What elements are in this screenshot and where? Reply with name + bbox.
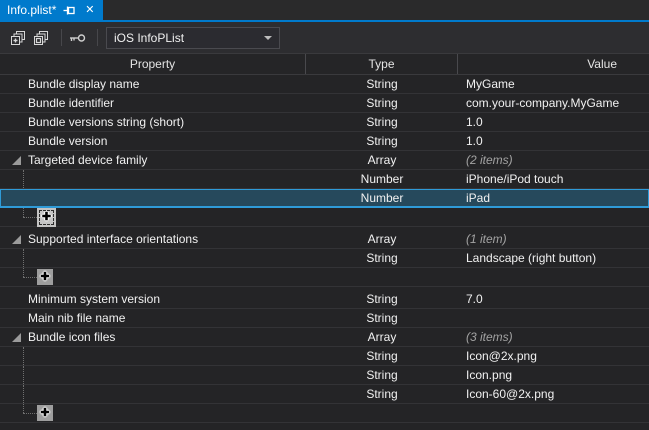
add-entry-button[interactable]: ✚ [37, 208, 56, 227]
type-cell: Number [306, 172, 458, 186]
header-type[interactable]: Type [306, 54, 458, 74]
tab-bar: Info.plist* ✕ [0, 0, 649, 22]
property-cell: Bundle version [0, 134, 306, 148]
expander-icon[interactable] [12, 156, 21, 165]
chevron-down-icon [264, 36, 272, 40]
tree-guide-line [23, 217, 37, 218]
type-cell: String [306, 77, 458, 91]
grid-header-row: Property Type Value [0, 53, 649, 75]
grid-row[interactable]: Targeted device familyArray(2 items) [0, 151, 649, 170]
property-cell: Bundle versions string (short) [0, 115, 306, 129]
grid-row[interactable]: StringLandscape (right button) [0, 249, 649, 268]
tab-info-plist[interactable]: Info.plist* ✕ [0, 0, 103, 20]
property-cell: Bundle display name [0, 77, 306, 91]
value-cell: Icon@2x.png [458, 349, 649, 363]
value-cell: 1.0 [458, 115, 649, 129]
add-entry-button[interactable]: ✚ [37, 269, 53, 285]
tree-guide-line [23, 208, 24, 217]
grid-body: Bundle display nameStringMyGameBundle id… [0, 75, 649, 423]
expander-icon[interactable] [12, 235, 21, 244]
value-cell: iPhone/iPod touch [458, 172, 649, 186]
type-cell: Array [306, 232, 458, 246]
grid-row[interactable]: Minimum system versionString7.0 [0, 290, 649, 309]
grid-row[interactable]: Main nib file nameString [0, 309, 649, 328]
value-cell: Icon-60@2x.png [458, 387, 649, 401]
grid-row[interactable]: NumberiPhone/iPod touch [0, 170, 649, 189]
grid-row[interactable]: Bundle versionString1.0 [0, 132, 649, 151]
value-cell: 7.0 [458, 292, 649, 306]
toolbar-separator [61, 29, 62, 46]
type-cell: String [306, 96, 458, 110]
tree-guide-line [23, 413, 37, 414]
add-row[interactable]: ✚ [0, 404, 649, 423]
tree-guide-line [23, 277, 37, 278]
value-cell: 1.0 [458, 134, 649, 148]
expander-icon[interactable] [12, 333, 21, 342]
pin-icon[interactable] [63, 4, 76, 17]
close-icon[interactable]: ✕ [83, 4, 96, 17]
value-cell: com.your-company.MyGame [458, 96, 649, 110]
tree-guide-line [23, 404, 24, 413]
plus-icon: ✚ [40, 272, 49, 282]
type-cell: Array [306, 330, 458, 344]
value-cell: MyGame [458, 77, 649, 91]
add-item-stack-icon[interactable] [9, 29, 27, 47]
grid-row[interactable]: StringIcon.png [0, 366, 649, 385]
item-list-stack-icon[interactable] [32, 29, 50, 47]
plist-editor-window: Info.plist* ✕ [0, 0, 649, 430]
property-cell: Targeted device family [0, 153, 306, 167]
value-cell: Landscape (right button) [458, 251, 649, 265]
tree-guide-line [23, 249, 24, 267]
tree-guide-line [23, 347, 24, 365]
value-cell: (3 items) [458, 330, 649, 344]
value-cell: Icon.png [458, 368, 649, 382]
property-cell: Bundle icon files [0, 330, 306, 344]
property-cell: Main nib file name [0, 311, 306, 325]
property-cell: Minimum system version [0, 292, 306, 306]
value-cell: (2 items) [458, 153, 649, 167]
type-cell: Number [306, 191, 458, 205]
plus-icon: ✚ [42, 212, 51, 222]
type-cell: String [306, 251, 458, 265]
type-cell: Array [306, 153, 458, 167]
tree-guide-line [23, 385, 24, 403]
key-icon[interactable] [68, 29, 86, 47]
add-row[interactable]: ✚ [0, 268, 649, 287]
tree-guide-line [23, 268, 24, 277]
grid-row[interactable]: Bundle versions string (short)String1.0 [0, 113, 649, 132]
value-cell: (1 item) [458, 232, 649, 246]
plist-view-dropdown[interactable]: iOS InfoPList [106, 27, 280, 49]
toolbar: iOS InfoPList [0, 22, 649, 53]
type-cell: String [306, 311, 458, 325]
property-cell: Supported interface orientations [0, 232, 306, 246]
type-cell: String [306, 387, 458, 401]
grid-row[interactable]: Bundle icon filesArray(3 items) [0, 328, 649, 347]
value-cell: iPad [458, 191, 649, 205]
type-cell: String [306, 134, 458, 148]
plus-icon: ✚ [40, 408, 49, 418]
toolbar-separator [97, 29, 98, 46]
grid-row[interactable]: StringIcon-60@2x.png [0, 385, 649, 404]
grid-row[interactable]: StringIcon@2x.png [0, 347, 649, 366]
plist-view-dropdown-value: iOS InfoPList [114, 31, 184, 45]
type-cell: String [306, 349, 458, 363]
tree-guide-line [23, 170, 24, 188]
header-value[interactable]: Value [458, 54, 649, 74]
grid-row[interactable]: Bundle display nameStringMyGame [0, 75, 649, 94]
tree-guide-line [23, 366, 24, 384]
grid-row[interactable]: Bundle identifierStringcom.your-company.… [0, 94, 649, 113]
add-entry-button[interactable]: ✚ [37, 405, 53, 421]
header-property[interactable]: Property [0, 54, 306, 74]
grid-row[interactable]: NumberiPad [0, 189, 649, 208]
tab-title: Info.plist* [7, 3, 56, 17]
type-cell: String [306, 292, 458, 306]
grid-row[interactable]: Supported interface orientationsArray(1 … [0, 230, 649, 249]
active-document-underline [0, 20, 649, 22]
type-cell: String [306, 368, 458, 382]
property-cell: Bundle identifier [0, 96, 306, 110]
type-cell: String [306, 115, 458, 129]
add-row[interactable]: ✚ [0, 208, 649, 227]
plist-grid: Property Type Value Bundle display nameS… [0, 53, 649, 423]
